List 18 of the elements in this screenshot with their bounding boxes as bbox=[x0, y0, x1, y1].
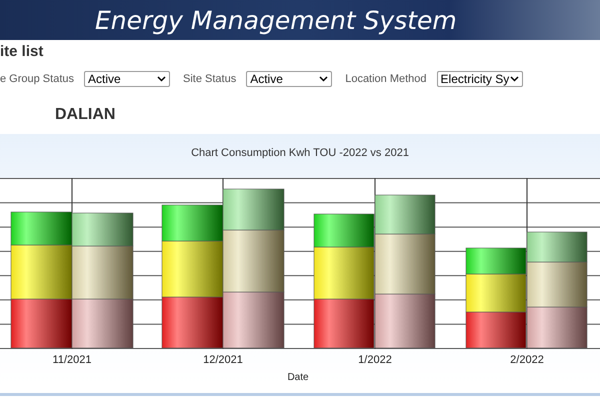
caret-icon bbox=[157, 76, 166, 82]
filter-label: Site Status bbox=[183, 73, 236, 85]
axis-label: 11/2021 bbox=[52, 354, 92, 366]
axis-label: 1/2022 bbox=[358, 354, 392, 366]
site-name: DALIAN bbox=[55, 106, 116, 125]
caret-icon bbox=[319, 76, 328, 82]
filter-label: e Group Status bbox=[0, 73, 74, 85]
filter-label: Location Method bbox=[345, 73, 427, 85]
chart-title: Chart Consumption Kwh TOU -2022 vs 2021 bbox=[190, 146, 410, 161]
axis-title: Date bbox=[287, 372, 309, 383]
dropdown[interactable]: Active bbox=[246, 71, 332, 87]
caret-icon bbox=[510, 76, 519, 82]
app-title: Energy Management System bbox=[95, 6, 457, 34]
axis-label: 2/2022 bbox=[510, 354, 544, 366]
page-title: ite list bbox=[0, 43, 44, 62]
dropdown[interactable]: Electricity Sy bbox=[436, 71, 523, 87]
dropdown[interactable]: Active bbox=[84, 71, 170, 87]
axis-label: 12/2021 bbox=[203, 354, 243, 366]
